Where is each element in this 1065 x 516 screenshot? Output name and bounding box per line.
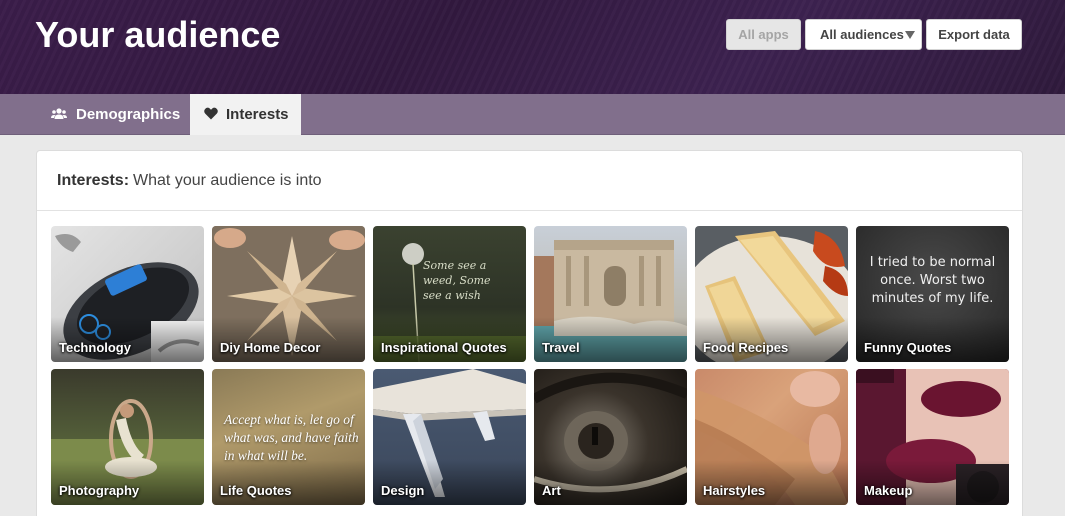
- interest-tile-funny-quotes[interactable]: I tried to be normal once. Worst two min…: [856, 226, 1009, 362]
- all-audiences-dropdown[interactable]: All audiences: [805, 19, 922, 50]
- tile-label: Diy Home Decor: [220, 340, 321, 355]
- heart-icon: [204, 107, 218, 120]
- interest-tile-diy-home-decor[interactable]: Diy Home Decor: [212, 226, 365, 362]
- tile-label: Travel: [542, 340, 580, 355]
- interest-tile-technology[interactable]: Technology: [51, 226, 204, 362]
- interests-grid: Technology Diy Home Decor Some see a wee…: [51, 226, 1011, 505]
- interest-tile-life-quotes[interactable]: Accept what is, let go of what was, and …: [212, 369, 365, 505]
- interest-tile-hairstyles[interactable]: Hairstyles: [695, 369, 848, 505]
- caret-down-icon: [905, 31, 915, 39]
- all-audiences-label: All audiences: [820, 27, 904, 42]
- users-icon: [51, 108, 67, 119]
- tile-label: Life Quotes: [220, 483, 292, 498]
- all-apps-button[interactable]: All apps: [726, 19, 801, 50]
- interest-tile-food-recipes[interactable]: Food Recipes: [695, 226, 848, 362]
- page-title: Your audience: [35, 14, 281, 55]
- card-header: Interests: What your audience is into: [37, 151, 1022, 211]
- tab-demographics-label: Demographics: [76, 106, 181, 123]
- interest-tile-makeup[interactable]: Makeup: [856, 369, 1009, 505]
- tile-quote-text: I tried to be normal once. Worst two min…: [869, 255, 996, 306]
- tile-label: Funny Quotes: [864, 340, 952, 355]
- tile-label: Hairstyles: [703, 483, 766, 498]
- tile-quote-text: Some see a weed, Some see a wish: [423, 259, 491, 302]
- tile-label: Art: [542, 483, 561, 498]
- interest-tile-inspirational-quotes[interactable]: Some see a weed, Some see a wish Inspira…: [373, 226, 526, 362]
- card-title-bold: Interests:: [57, 171, 130, 189]
- interest-tile-photography[interactable]: Photography: [51, 369, 204, 505]
- card-title-text: What your audience is into: [133, 171, 322, 189]
- tile-label: Makeup: [864, 483, 913, 498]
- tile-quote-text: Accept what is, let go of what was, and …: [224, 412, 359, 463]
- page-header: Your audience All apps All audiences Exp…: [0, 0, 1065, 94]
- tab-interests-label: Interests: [226, 106, 289, 123]
- tile-label: Photography: [59, 483, 140, 498]
- interests-card: Interests: What your audience is into Te…: [36, 150, 1023, 516]
- tile-label: Inspirational Quotes: [381, 340, 507, 355]
- tile-label: Food Recipes: [703, 340, 789, 355]
- interest-tile-travel[interactable]: Travel: [534, 226, 687, 362]
- tab-interests[interactable]: Interests: [190, 94, 301, 135]
- tile-label: Technology: [59, 340, 131, 355]
- tab-bar: Demographics Interests: [0, 94, 1065, 135]
- tab-demographics[interactable]: Demographics: [0, 94, 190, 135]
- interest-tile-design[interactable]: Design: [373, 369, 526, 505]
- export-data-button[interactable]: Export data: [926, 19, 1022, 50]
- tile-label: Design: [381, 483, 425, 498]
- interest-tile-art[interactable]: Art: [534, 369, 687, 505]
